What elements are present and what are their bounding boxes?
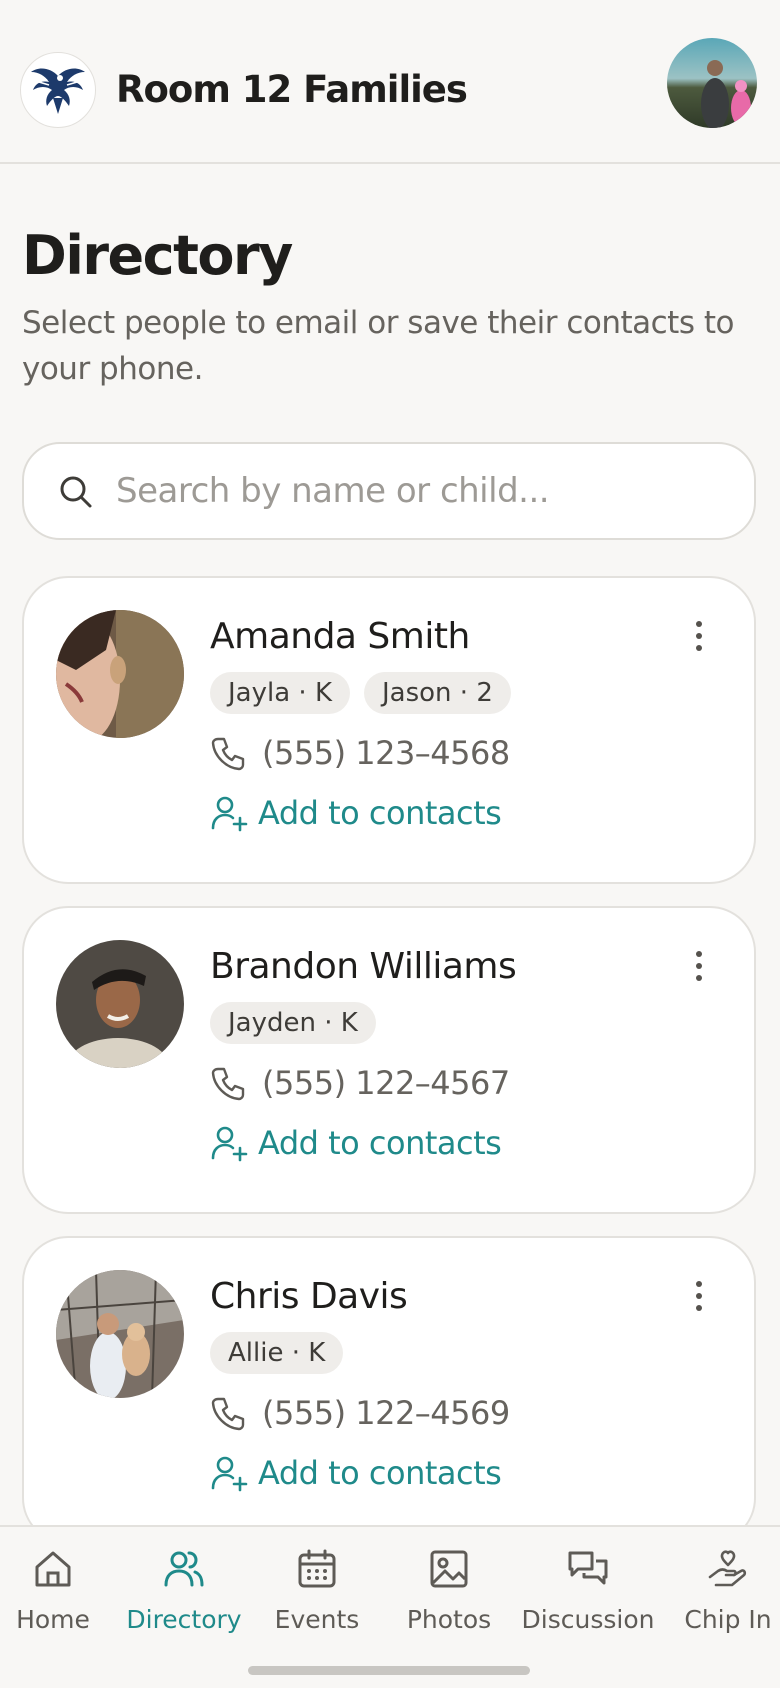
nav-directory[interactable]: Directory: [126, 1547, 242, 1657]
app-header: Room 12 Families: [0, 0, 780, 164]
phone-row[interactable]: (555) 123–4568: [210, 734, 510, 772]
user-profile-avatar[interactable]: [667, 38, 757, 128]
contact-card[interactable]: Amanda Smith Jayla · K Jason · 2 (555) 1…: [22, 576, 756, 884]
eagle-logo-icon: [20, 52, 96, 128]
contact-avatar: [56, 940, 184, 1068]
child-chip: Jason · 2: [364, 672, 511, 714]
more-options-icon[interactable]: [684, 616, 714, 656]
contact-avatar: [56, 610, 184, 738]
nav-chip-in[interactable]: Chip In: [682, 1547, 774, 1657]
search-icon: [60, 476, 92, 508]
home-icon: [35, 1551, 71, 1587]
children-chips: Allie · K: [210, 1332, 344, 1374]
add-to-contacts-button[interactable]: Add to contacts: [210, 1124, 502, 1162]
nav-label: Chip In: [684, 1605, 772, 1634]
page-subtitle: Select people to email or save their con…: [22, 305, 734, 387]
nav-events[interactable]: Events: [270, 1547, 364, 1657]
nav-label: Discussion: [521, 1605, 655, 1634]
home-indicator[interactable]: [248, 1666, 530, 1675]
contact-name: Chris Davis: [210, 1276, 408, 1317]
more-options-icon[interactable]: [684, 1276, 714, 1316]
contact-avatar: [56, 1270, 184, 1398]
add-to-contacts-button[interactable]: Add to contacts: [210, 1454, 502, 1492]
add-user-icon: [211, 1456, 248, 1492]
more-options-icon[interactable]: [684, 946, 714, 986]
nav-label: Home: [16, 1605, 90, 1634]
contact-card[interactable]: Chris Davis Allie · K (555) 122–4569 Add…: [22, 1236, 756, 1544]
search-box[interactable]: [22, 442, 756, 540]
phone-number: (555) 123–4568: [262, 734, 510, 772]
app-title: Room 12 Families: [116, 68, 468, 111]
add-to-contacts-label: Add to contacts: [258, 794, 502, 832]
contact-name: Brandon Williams: [210, 946, 517, 987]
nav-discussion[interactable]: Discussion: [522, 1547, 654, 1657]
nav-label: Events: [274, 1605, 360, 1634]
nav-label: Directory: [126, 1605, 242, 1634]
children-chips: Jayden · K: [210, 1002, 376, 1044]
phone-icon: [211, 1067, 245, 1101]
phone-row[interactable]: (555) 122–4569: [210, 1394, 510, 1432]
phone-number: (555) 122–4567: [262, 1064, 510, 1102]
children-chips: Jayla · K Jason · 2: [210, 672, 511, 714]
chat-icon: [568, 1551, 608, 1585]
phone-icon: [211, 1397, 245, 1431]
phone-number: (555) 122–4569: [262, 1394, 510, 1432]
page-title: Directory: [22, 224, 293, 287]
nav-home[interactable]: Home: [14, 1547, 92, 1657]
contact-card[interactable]: Brandon Williams Jayden · K (555) 122–45…: [22, 906, 756, 1214]
add-to-contacts-button[interactable]: Add to contacts: [210, 794, 502, 832]
child-chip: Allie · K: [210, 1332, 344, 1374]
image-icon: [430, 1550, 468, 1588]
nav-photos[interactable]: Photos: [402, 1547, 496, 1657]
bottom-nav: Home Directory Events Photos Discussion …: [0, 1525, 780, 1688]
search-input[interactable]: [116, 460, 726, 522]
nav-label: Photos: [406, 1605, 492, 1634]
add-to-contacts-label: Add to contacts: [258, 1454, 502, 1492]
people-icon: [164, 1551, 204, 1587]
child-chip: Jayden · K: [210, 1002, 376, 1044]
contact-name: Amanda Smith: [210, 616, 470, 657]
phone-icon: [211, 737, 245, 771]
phone-row[interactable]: (555) 122–4567: [210, 1064, 510, 1102]
add-to-contacts-label: Add to contacts: [258, 1124, 502, 1162]
hand-heart-icon: [708, 1550, 747, 1587]
child-chip: Jayla · K: [210, 672, 350, 714]
calendar-icon: [298, 1549, 336, 1588]
add-user-icon: [211, 1126, 248, 1162]
add-user-icon: [211, 796, 248, 832]
